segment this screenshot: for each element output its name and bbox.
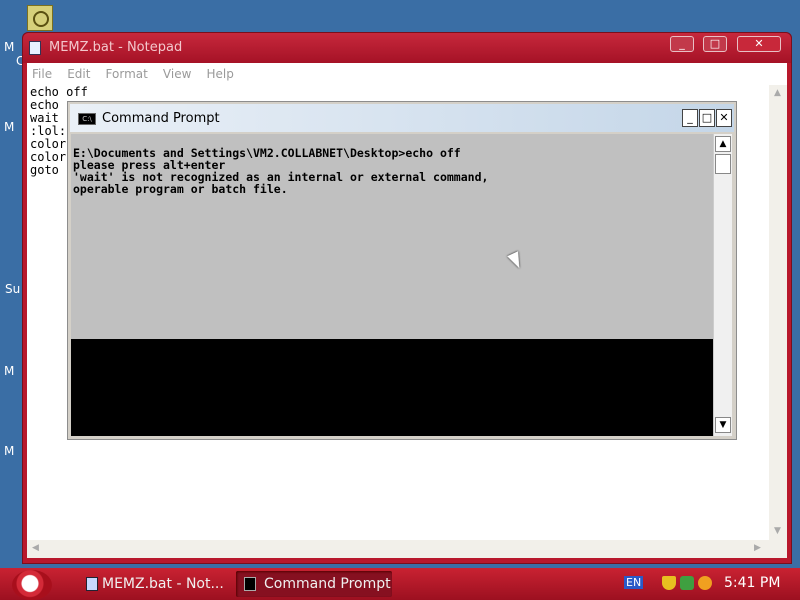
notepad-title: MEMZ.bat - Notepad (49, 40, 183, 55)
scroll-left-arrow-icon[interactable]: ◀ (32, 543, 39, 553)
minimize-button[interactable]: _ (670, 36, 694, 52)
text-line: echo off (30, 85, 88, 99)
scroll-up-arrow-icon[interactable]: ▲ (774, 88, 781, 98)
cmd-icon: C:\ (78, 113, 96, 125)
maximize-button[interactable]: □ (703, 36, 727, 52)
clock[interactable]: 5:41 PM (724, 575, 780, 591)
security-shield-icon[interactable] (662, 576, 676, 590)
search-icon[interactable] (698, 576, 712, 590)
cmd-output-line: operable program or batch file. (73, 182, 288, 196)
cmd-maximize-button[interactable]: □ (699, 109, 715, 127)
close-button[interactable]: ✕ (737, 36, 781, 52)
desktop-app-icon[interactable] (27, 5, 53, 31)
taskbar-item-command-prompt[interactable]: Command Prompt (236, 571, 392, 597)
taskbar-item-notepad[interactable]: MEMZ.bat - Not... (84, 571, 228, 597)
notepad-menu-bar: File Edit Format View Help (27, 63, 787, 85)
system-tray: EN 5:41 PM (618, 568, 800, 600)
notepad-icon (29, 41, 41, 55)
menu-format[interactable]: Format (101, 63, 153, 85)
cmd-close-button[interactable]: ✕ (716, 109, 732, 127)
scroll-down-arrow-icon[interactable]: ▼ (715, 417, 731, 433)
cmd-output: E:\Documents and Settings\VM2.COLLABNET\… (73, 147, 488, 195)
notepad-title-bar[interactable]: MEMZ.bat - Notepad _ □ ✕ (23, 33, 791, 63)
menu-help[interactable]: Help (202, 63, 239, 85)
cmd-title-bar[interactable]: C:\ Command Prompt _ □ ✕ (70, 104, 734, 132)
taskbar-item-label: MEMZ.bat - Not... (102, 576, 224, 592)
cmd-console[interactable]: E:\Documents and Settings\VM2.COLLABNET\… (71, 134, 713, 436)
cmd-icon (244, 577, 256, 591)
notepad-vertical-scrollbar[interactable]: ▲ ▼ (769, 85, 787, 540)
menu-file[interactable]: File (27, 63, 57, 85)
size-grip[interactable] (769, 540, 787, 558)
scroll-right-arrow-icon[interactable]: ▶ (754, 543, 761, 553)
cmd-title: Command Prompt (102, 111, 220, 126)
menu-edit[interactable]: Edit (62, 63, 95, 85)
taskbar: MEMZ.bat - Not... Command Prompt EN 5:41… (0, 568, 800, 600)
scroll-thumb[interactable] (715, 154, 731, 174)
notepad-horizontal-scrollbar[interactable]: ◀ ▶ (27, 540, 769, 558)
command-prompt-window[interactable]: C:\ Command Prompt _ □ ✕ E:\Documents an… (67, 101, 737, 440)
network-icon[interactable] (680, 576, 694, 590)
cmd-vertical-scrollbar[interactable]: ▲ ▼ (713, 134, 732, 436)
notepad-icon (86, 577, 98, 591)
scroll-up-arrow-icon[interactable]: ▲ (715, 136, 731, 152)
start-button[interactable] (12, 570, 52, 600)
menu-view[interactable]: View (158, 63, 196, 85)
scroll-down-arrow-icon[interactable]: ▼ (774, 526, 781, 536)
language-indicator[interactable]: EN (624, 576, 644, 589)
taskbar-item-label: Command Prompt (264, 576, 391, 592)
cmd-minimize-button[interactable]: _ (682, 109, 698, 127)
cmd-output-area: E:\Documents and Settings\VM2.COLLABNET\… (71, 134, 713, 339)
